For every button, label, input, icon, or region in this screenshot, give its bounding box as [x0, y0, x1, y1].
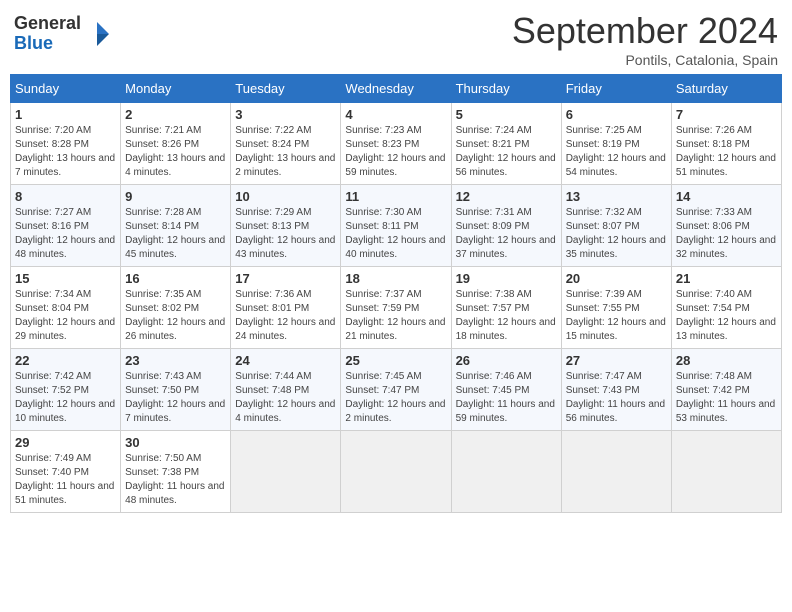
- table-row: 15Sunrise: 7:34 AMSunset: 8:04 PMDayligh…: [11, 267, 121, 349]
- logo: General Blue: [14, 14, 111, 54]
- table-row: 25Sunrise: 7:45 AMSunset: 7:47 PMDayligh…: [341, 349, 451, 431]
- table-row: 17Sunrise: 7:36 AMSunset: 8:01 PMDayligh…: [231, 267, 341, 349]
- calendar-week-2: 15Sunrise: 7:34 AMSunset: 8:04 PMDayligh…: [11, 267, 782, 349]
- table-row: [561, 431, 671, 513]
- table-row: 19Sunrise: 7:38 AMSunset: 7:57 PMDayligh…: [451, 267, 561, 349]
- logo-icon: [83, 20, 111, 48]
- table-row: 27Sunrise: 7:47 AMSunset: 7:43 PMDayligh…: [561, 349, 671, 431]
- table-row: 13Sunrise: 7:32 AMSunset: 8:07 PMDayligh…: [561, 185, 671, 267]
- header-wednesday: Wednesday: [341, 75, 451, 103]
- table-row: 20Sunrise: 7:39 AMSunset: 7:55 PMDayligh…: [561, 267, 671, 349]
- table-row: 10Sunrise: 7:29 AMSunset: 8:13 PMDayligh…: [231, 185, 341, 267]
- table-row: 30Sunrise: 7:50 AMSunset: 7:38 PMDayligh…: [121, 431, 231, 513]
- header-sunday: Sunday: [11, 75, 121, 103]
- table-row: 8Sunrise: 7:27 AMSunset: 8:16 PMDaylight…: [11, 185, 121, 267]
- location-subtitle: Pontils, Catalonia, Spain: [512, 52, 778, 68]
- table-row: 24Sunrise: 7:44 AMSunset: 7:48 PMDayligh…: [231, 349, 341, 431]
- table-row: 29Sunrise: 7:49 AMSunset: 7:40 PMDayligh…: [11, 431, 121, 513]
- table-row: 18Sunrise: 7:37 AMSunset: 7:59 PMDayligh…: [341, 267, 451, 349]
- table-row: 12Sunrise: 7:31 AMSunset: 8:09 PMDayligh…: [451, 185, 561, 267]
- table-row: 7Sunrise: 7:26 AMSunset: 8:18 PMDaylight…: [671, 103, 781, 185]
- header-tuesday: Tuesday: [231, 75, 341, 103]
- calendar-table: Sunday Monday Tuesday Wednesday Thursday…: [10, 74, 782, 513]
- title-block: September 2024 Pontils, Catalonia, Spain: [512, 10, 778, 68]
- table-row: [231, 431, 341, 513]
- table-row: [341, 431, 451, 513]
- table-row: [671, 431, 781, 513]
- header-friday: Friday: [561, 75, 671, 103]
- calendar-week-1: 8Sunrise: 7:27 AMSunset: 8:16 PMDaylight…: [11, 185, 782, 267]
- calendar-week-3: 22Sunrise: 7:42 AMSunset: 7:52 PMDayligh…: [11, 349, 782, 431]
- logo-general-text: General: [14, 14, 81, 34]
- table-row: 21Sunrise: 7:40 AMSunset: 7:54 PMDayligh…: [671, 267, 781, 349]
- header-monday: Monday: [121, 75, 231, 103]
- calendar-week-4: 29Sunrise: 7:49 AMSunset: 7:40 PMDayligh…: [11, 431, 782, 513]
- table-row: 28Sunrise: 7:48 AMSunset: 7:42 PMDayligh…: [671, 349, 781, 431]
- table-row: 5Sunrise: 7:24 AMSunset: 8:21 PMDaylight…: [451, 103, 561, 185]
- table-row: 2Sunrise: 7:21 AMSunset: 8:26 PMDaylight…: [121, 103, 231, 185]
- table-row: 11Sunrise: 7:30 AMSunset: 8:11 PMDayligh…: [341, 185, 451, 267]
- table-row: 26Sunrise: 7:46 AMSunset: 7:45 PMDayligh…: [451, 349, 561, 431]
- table-row: 22Sunrise: 7:42 AMSunset: 7:52 PMDayligh…: [11, 349, 121, 431]
- table-row: 4Sunrise: 7:23 AMSunset: 8:23 PMDaylight…: [341, 103, 451, 185]
- table-row: 6Sunrise: 7:25 AMSunset: 8:19 PMDaylight…: [561, 103, 671, 185]
- table-row: 23Sunrise: 7:43 AMSunset: 7:50 PMDayligh…: [121, 349, 231, 431]
- calendar-week-0: 1Sunrise: 7:20 AMSunset: 8:28 PMDaylight…: [11, 103, 782, 185]
- table-row: 16Sunrise: 7:35 AMSunset: 8:02 PMDayligh…: [121, 267, 231, 349]
- table-row: [451, 431, 561, 513]
- month-year-title: September 2024: [512, 10, 778, 52]
- table-row: 9Sunrise: 7:28 AMSunset: 8:14 PMDaylight…: [121, 185, 231, 267]
- page-header: General Blue September 2024 Pontils, Cat…: [10, 10, 782, 68]
- header-thursday: Thursday: [451, 75, 561, 103]
- logo-blue-text: Blue: [14, 34, 81, 54]
- table-row: 14Sunrise: 7:33 AMSunset: 8:06 PMDayligh…: [671, 185, 781, 267]
- calendar-header-row: Sunday Monday Tuesday Wednesday Thursday…: [11, 75, 782, 103]
- header-saturday: Saturday: [671, 75, 781, 103]
- table-row: 3Sunrise: 7:22 AMSunset: 8:24 PMDaylight…: [231, 103, 341, 185]
- table-row: 1Sunrise: 7:20 AMSunset: 8:28 PMDaylight…: [11, 103, 121, 185]
